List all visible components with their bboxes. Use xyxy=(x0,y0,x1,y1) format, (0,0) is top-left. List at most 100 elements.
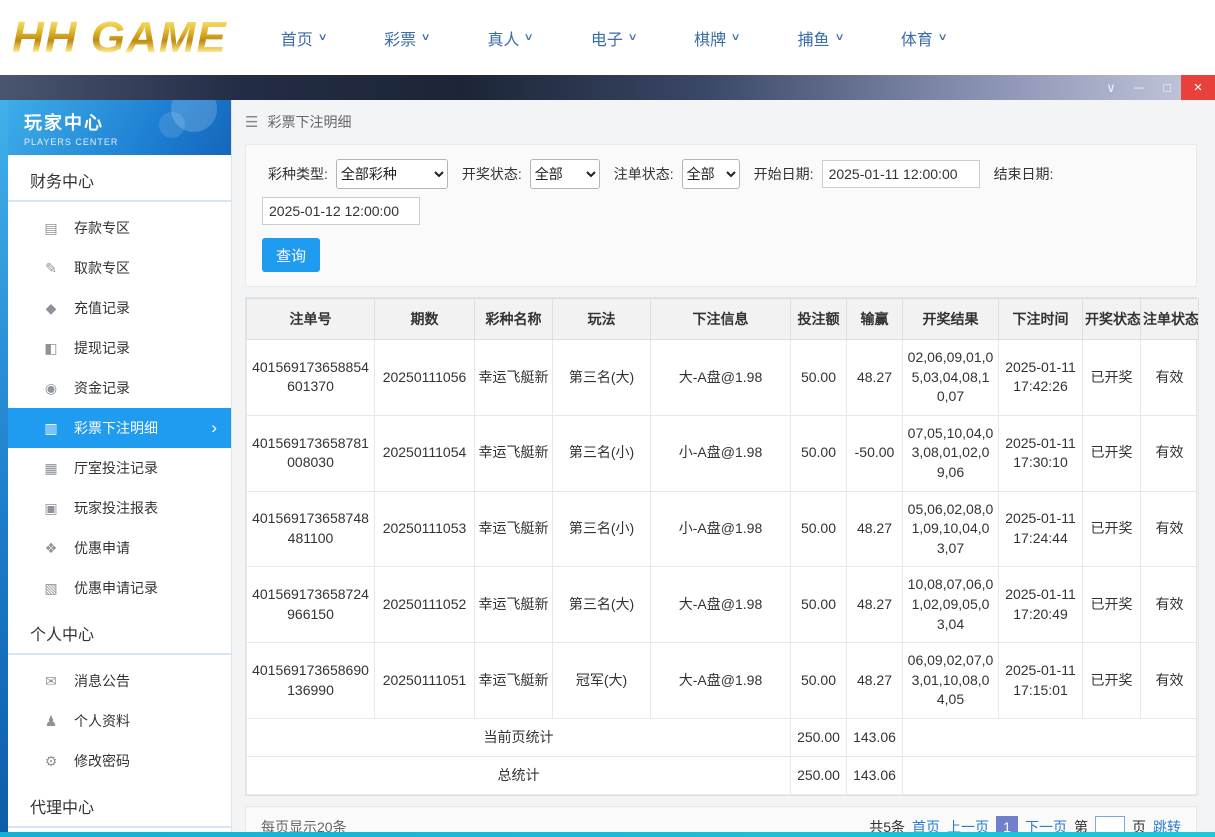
sidebar-item-lottery-bet-detail[interactable]: ▥ 彩票下注明细 › xyxy=(8,408,231,448)
lottery-bet-detail-icon: ▥ xyxy=(44,419,58,436)
col-order-status: 注单状态 xyxy=(1140,298,1199,340)
sidebar-item-label: 提现记录 xyxy=(74,340,130,356)
cell-period: 20250111053 xyxy=(374,490,475,568)
cell-bet-time: 2025-01-11 17:42:26 xyxy=(998,339,1083,416)
sidebar-item-change-password[interactable]: ⚙ 修改密码 xyxy=(8,741,231,781)
cell-bet-time: 2025-01-11 17:24:44 xyxy=(998,490,1083,568)
promo-apply-record-icon: ▧ xyxy=(44,579,58,596)
sidebar-title: 玩家中心 xyxy=(24,113,104,133)
window-bottom-border xyxy=(0,832,1215,837)
cell-bet-amount: 50.00 xyxy=(790,414,847,492)
cell-order-id: 401569173658854601370 xyxy=(246,339,375,416)
sidebar-item-deposit[interactable]: ▤ 存款专区 xyxy=(8,208,231,248)
sidebar-item-withdrawal-record[interactable]: ◧ 提现记录 xyxy=(8,328,231,368)
window-hide-button[interactable]: ∨ xyxy=(1097,75,1125,100)
chevron-down-icon: ∨ xyxy=(937,32,948,43)
chevron-down-icon: ∨ xyxy=(730,32,741,43)
cell-draw-status: 已开奖 xyxy=(1082,642,1141,719)
window-maximize-button[interactable]: □ xyxy=(1153,75,1181,100)
start-date-input[interactable] xyxy=(821,160,980,188)
nav-item-home[interactable]: 首页 ∨ xyxy=(281,26,328,50)
cell-win-loss: 48.27 xyxy=(846,566,903,644)
filter-panel: 彩种类型: 全部彩种 开奖状态: 全部 注单状态: 全部 开始日期: 结束日期:… xyxy=(245,144,1197,287)
cell-period: 20250111051 xyxy=(374,642,475,719)
sidebar-item-promo-apply-record[interactable]: ▧ 优惠申请记录 xyxy=(8,568,231,608)
col-win-loss: 输赢 xyxy=(846,298,903,340)
cell-play-type: 第三名(小) xyxy=(552,414,651,492)
promo-apply-icon: ❖ xyxy=(44,539,58,556)
cell-order-status: 有效 xyxy=(1140,414,1199,492)
nav-item-lottery[interactable]: 彩票 ∨ xyxy=(384,26,431,50)
cell-draw-result: 06,09,02,07,03,01,10,08,04,05 xyxy=(902,642,999,719)
announcement-icon: ✉ xyxy=(45,672,57,689)
col-bet-info: 下注信息 xyxy=(650,298,791,340)
cell-draw-result: 05,06,02,08,01,09,10,04,03,07 xyxy=(902,490,999,568)
sidebar-section-finance: 财务中心 xyxy=(8,155,231,202)
cell-bet-time: 2025-01-11 17:15:01 xyxy=(998,642,1083,719)
chevron-down-icon: ∨ xyxy=(524,32,535,43)
sidebar-item-promo-apply[interactable]: ❖ 优惠申请 xyxy=(8,528,231,568)
cell-play-type: 第三名(小) xyxy=(552,490,651,568)
sidebar-item-label: 个人资料 xyxy=(74,713,130,729)
sidebar-item-profile[interactable]: ♟ 个人资料 xyxy=(8,701,231,741)
nav-item-live[interactable]: 真人 ∨ xyxy=(487,26,535,50)
col-order-id: 注单号 xyxy=(246,298,375,340)
summary-bet-total: 250.00 xyxy=(790,717,847,757)
lottery-type-select[interactable]: 全部彩种 xyxy=(335,159,448,189)
bet-table: 注单号 期数 彩种名称 玩法 下注信息 投注额 输赢 开奖结果 下注时间 开奖状… xyxy=(246,298,1199,795)
search-button[interactable]: 查询 xyxy=(262,238,320,272)
sidebar-item-hall-bet-record[interactable]: ▦ 厅室投注记录 xyxy=(8,448,231,488)
chevron-right-icon: › xyxy=(211,418,217,437)
sidebar: 玩家中心 PLAYERS CENTER 财务中心 ▤ 存款专区 ✎ 取款专区 ◆… xyxy=(8,100,232,837)
sidebar-item-funds-record[interactable]: ◉ 资金记录 xyxy=(8,368,231,408)
user-icon: ♟ xyxy=(44,712,58,729)
funds-record-icon: ◉ xyxy=(44,379,58,396)
sidebar-item-recharge-record[interactable]: ◆ 充值记录 xyxy=(8,288,231,328)
window-minimize-button[interactable]: ─ xyxy=(1125,75,1153,100)
cell-lottery-name: 幸运飞艇新 xyxy=(474,414,553,492)
nav-item-fishing[interactable]: 捕鱼 ∨ xyxy=(798,26,845,50)
sidebar-item-label: 消息公告 xyxy=(74,673,130,689)
end-date-input[interactable] xyxy=(262,197,420,225)
sidebar-item-label: 优惠申请记录 xyxy=(74,580,158,596)
summary-winloss-total: 143.06 xyxy=(846,717,903,757)
window-titlebar: ∨ ─ □ × xyxy=(0,75,1215,100)
cell-draw-result: 07,05,10,04,03,08,01,02,09,06 xyxy=(902,414,999,492)
cell-lottery-name: 幸运飞艇新 xyxy=(474,490,553,568)
sidebar-item-label: 优惠申请 xyxy=(74,540,130,556)
lottery-type-label: 彩种类型: xyxy=(268,166,328,182)
sidebar-item-announcements[interactable]: ✉ 消息公告 xyxy=(8,661,231,701)
nav-item-chess[interactable]: 棋牌 ∨ xyxy=(694,26,741,50)
cell-bet-time: 2025-01-11 17:30:10 xyxy=(998,414,1083,492)
window-left-border xyxy=(0,100,8,837)
cell-bet-info: 大-A盘@1.98 xyxy=(650,566,791,644)
cell-lottery-name: 幸运飞艇新 xyxy=(474,642,553,719)
table-row: 401569173658781008030 20250111054 幸运飞艇新 … xyxy=(246,414,1199,492)
summary-row-grand-total: 总统计 250.00 143.06 xyxy=(246,755,1199,795)
cell-order-status: 有效 xyxy=(1140,566,1199,644)
summary-empty xyxy=(902,755,1199,795)
cell-play-type: 第三名(大) xyxy=(552,339,651,416)
cell-period: 20250111054 xyxy=(374,414,475,492)
sidebar-item-player-bet-report[interactable]: ▣ 玩家投注报表 xyxy=(8,488,231,528)
cell-bet-amount: 50.00 xyxy=(790,490,847,568)
cell-lottery-name: 幸运飞艇新 xyxy=(474,566,553,644)
col-period: 期数 xyxy=(374,298,475,340)
summary-label: 当前页统计 xyxy=(246,717,791,757)
gear-icon: ⚙ xyxy=(44,752,58,769)
filter-row: 彩种类型: 全部彩种 开奖状态: 全部 注单状态: 全部 开始日期: 结束日期: xyxy=(262,159,1180,225)
sidebar-item-label: 取款专区 xyxy=(74,260,130,276)
sidebar-item-label: 资金记录 xyxy=(74,380,130,396)
recharge-record-icon: ◆ xyxy=(45,299,57,316)
draw-status-select[interactable]: 全部 xyxy=(529,159,600,189)
top-navigation: 首页 ∨ 彩票 ∨ 真人 ∨ 电子 ∨ 棋牌 ∨ 捕鱼 ∨ 体育 ∨ xyxy=(281,26,948,50)
cell-bet-info: 大-A盘@1.98 xyxy=(650,339,791,416)
cell-bet-time: 2025-01-11 17:20:49 xyxy=(998,566,1083,644)
nav-item-sports[interactable]: 体育 ∨ xyxy=(901,26,948,50)
chevron-down-icon: ∨ xyxy=(420,32,431,43)
nav-item-slots[interactable]: 电子 ∨ xyxy=(591,26,638,50)
order-status-select[interactable]: 全部 xyxy=(681,159,740,189)
cell-draw-result: 10,08,07,06,01,02,09,05,03,04 xyxy=(902,566,999,644)
window-close-button[interactable]: × xyxy=(1181,75,1215,100)
sidebar-item-withdraw[interactable]: ✎ 取款专区 xyxy=(8,248,231,288)
